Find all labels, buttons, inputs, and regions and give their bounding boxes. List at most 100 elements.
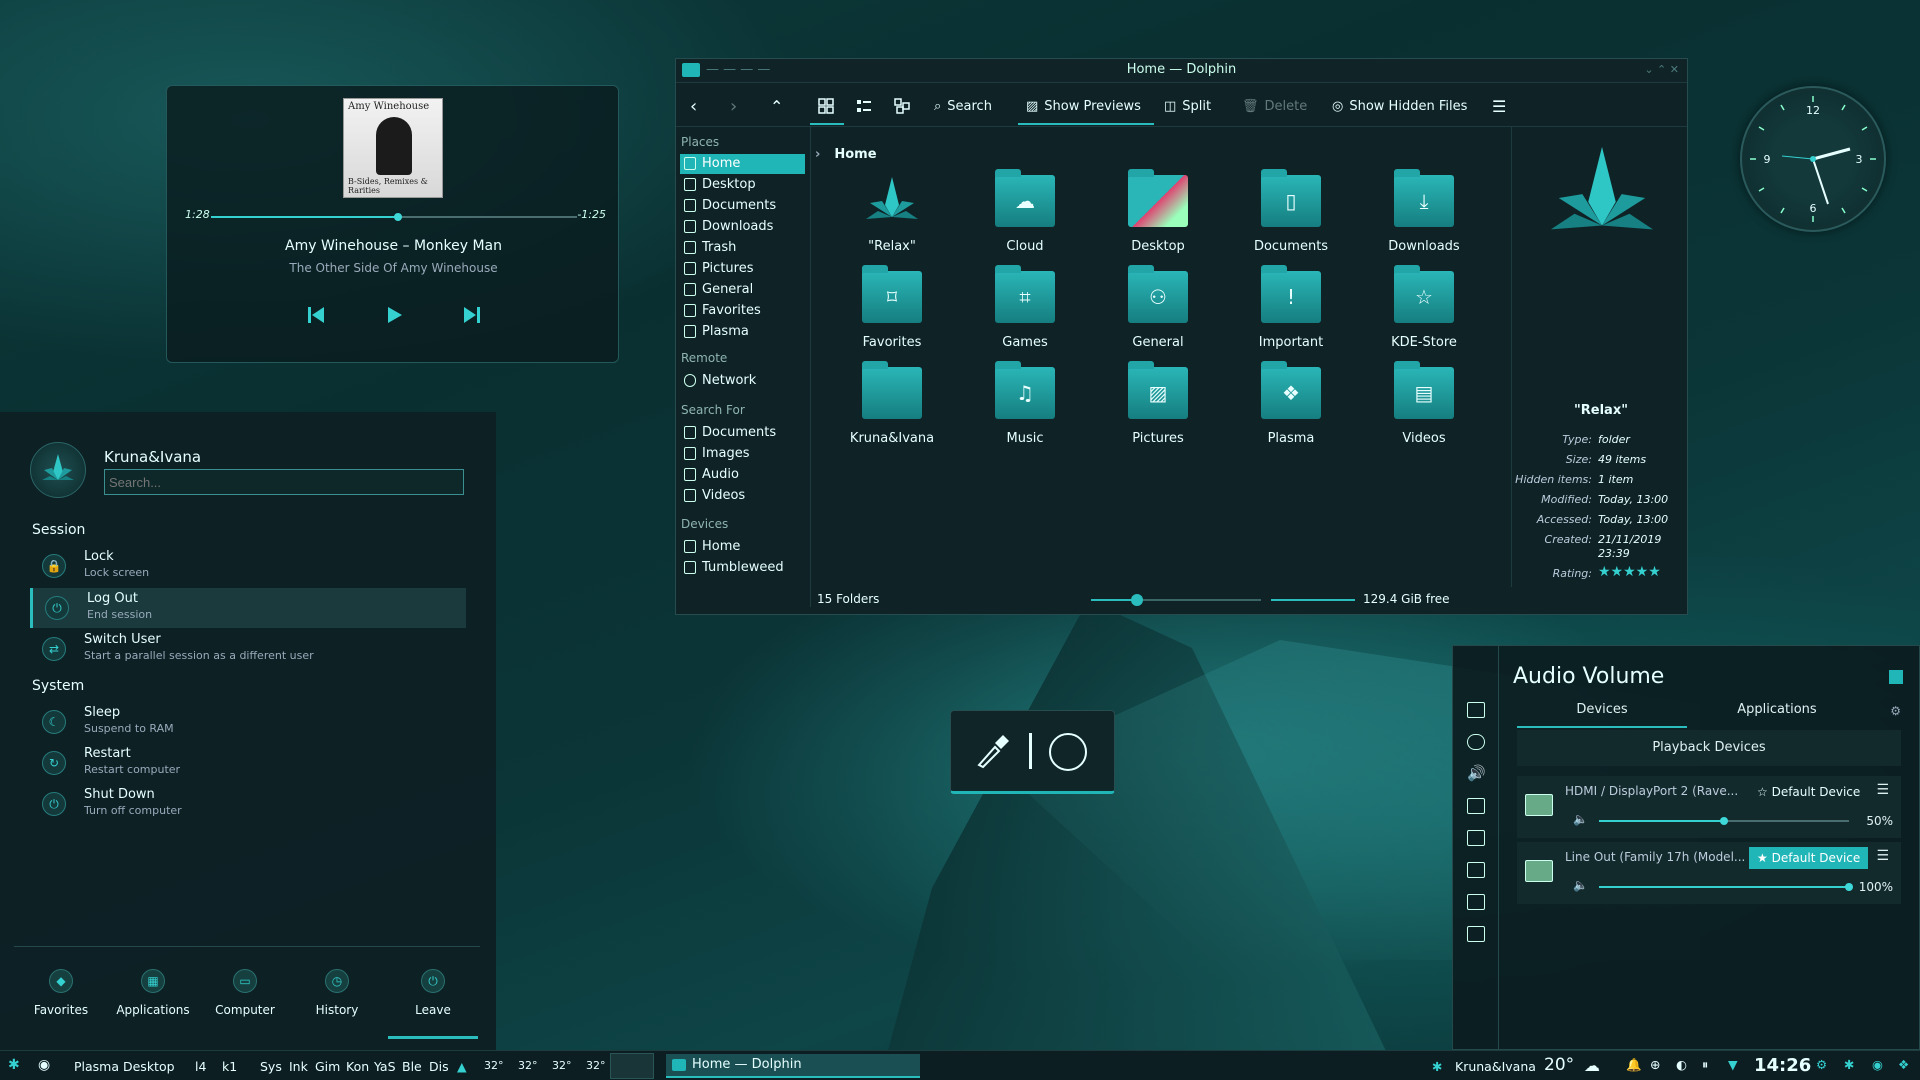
tab-history[interactable]: ◷ History — [292, 955, 382, 1039]
taskbar-item[interactable]: Dis — [429, 1059, 449, 1074]
disk-icon[interactable] — [1467, 862, 1485, 878]
display-icon[interactable] — [1467, 830, 1485, 846]
taskbar-item[interactable]: Ink — [289, 1059, 308, 1074]
folder-important[interactable]: ! Important — [1225, 265, 1357, 367]
folder-documents[interactable]: ▯ Documents — [1225, 169, 1357, 271]
folder-games[interactable]: ⌗ Games — [959, 265, 1091, 367]
place-downloads[interactable]: Downloads — [680, 217, 805, 237]
window-controls[interactable]: ⌄ ⌃ ✕ — [1644, 59, 1679, 81]
kde-menu-icon[interactable]: ✱ — [8, 1057, 20, 1073]
search-images[interactable]: Images — [680, 444, 805, 464]
color-swatch[interactable] — [1049, 733, 1087, 771]
eyedropper-icon[interactable] — [975, 731, 1011, 769]
folder-downloads[interactable]: ⤓ Downloads — [1358, 169, 1490, 271]
breadcrumb[interactable]: › Home — [815, 147, 877, 162]
speaker-icon[interactable]: 🔈 — [1573, 812, 1588, 826]
show-hidden-files-button[interactable]: ◎ Show Hidden Files — [1332, 93, 1467, 119]
task-dolphin[interactable]: Home — Dolphin — [666, 1054, 920, 1078]
volume-handle[interactable] — [1845, 883, 1853, 891]
clipboard-icon[interactable] — [1467, 702, 1485, 718]
zoom-slider[interactable] — [1091, 594, 1261, 606]
tray-icon[interactable]: ◉ — [1872, 1057, 1883, 1072]
search-videos[interactable]: Videos — [680, 486, 805, 506]
tab-computer[interactable]: ▭ Computer — [200, 955, 290, 1039]
folder-relax[interactable]: "Relax" — [826, 175, 958, 271]
play-icon[interactable] — [383, 304, 405, 326]
media-pause-icon[interactable]: ⏸ — [1702, 1057, 1708, 1073]
taskbar-item[interactable]: Ble — [402, 1059, 422, 1074]
volume-slider[interactable] — [1599, 883, 1853, 891]
weather-temp[interactable]: 20° — [1544, 1055, 1574, 1075]
folder-kruna-ivana[interactable]: Kruna&Ivana — [826, 361, 958, 463]
monitor-icon[interactable] — [1467, 926, 1485, 942]
taskbar-item[interactable]: l4 — [195, 1059, 206, 1074]
search-button[interactable]: ⌕ Search — [934, 93, 992, 119]
seek-bar[interactable] — [211, 213, 577, 221]
seek-handle[interactable] — [393, 213, 402, 221]
tray-icon[interactable]: ⚙ — [1816, 1057, 1827, 1072]
place-home[interactable]: Home — [680, 154, 805, 174]
taskbar-item[interactable]: YaS — [374, 1059, 396, 1074]
speaker-icon[interactable]: 🔊 — [1467, 766, 1486, 782]
chevron-down-icon[interactable]: ▼ — [1728, 1057, 1738, 1072]
tab-favorites[interactable]: ◆ Favorites — [16, 955, 106, 1039]
search-input[interactable] — [104, 469, 464, 495]
tray-user[interactable]: Kruna&Ivana — [1455, 1059, 1536, 1074]
next-track-icon[interactable] — [461, 304, 483, 326]
tray-icon[interactable]: ❖ — [1898, 1057, 1909, 1072]
tab-leave[interactable]: ⏻ Leave — [388, 955, 478, 1039]
details-view-icon[interactable] — [894, 93, 910, 119]
lock-item[interactable]: 🔒 Lock Lock screen — [30, 546, 466, 586]
place-documents[interactable]: Documents — [680, 196, 805, 216]
place-general[interactable]: General — [680, 280, 805, 300]
speaker-icon[interactable]: 🔈 — [1573, 878, 1588, 892]
show-previews-button[interactable]: ▨ Show Previews — [1026, 93, 1141, 119]
folder-plasma[interactable]: ❖ Plasma — [1225, 361, 1357, 463]
clock-time[interactable]: 14:26 — [1754, 1055, 1811, 1076]
folder-cloud[interactable]: ☁ Cloud — [959, 169, 1091, 271]
avatar[interactable] — [30, 442, 86, 498]
taskbar-item[interactable]: k1 — [222, 1059, 237, 1074]
update-icon[interactable]: ⊕ — [1650, 1057, 1660, 1072]
place-pictures[interactable]: Pictures — [680, 259, 805, 279]
device-tumbleweed[interactable]: Tumbleweed — [680, 558, 805, 578]
forward-icon[interactable]: › — [730, 93, 737, 119]
volume-slider[interactable] — [1599, 817, 1849, 825]
pager[interactable] — [610, 1053, 654, 1079]
chevron-up-icon[interactable]: ▲ — [457, 1059, 467, 1074]
battery-icon[interactable] — [1467, 798, 1485, 814]
leaf-icon[interactable]: ✱ — [1844, 1057, 1854, 1072]
cloud-icon[interactable]: ☁ — [1584, 1056, 1600, 1075]
tab-applications[interactable]: ▦ Applications — [108, 955, 198, 1039]
hamburger-menu-icon[interactable]: ☰ — [1876, 848, 1889, 864]
place-trash[interactable]: Trash — [680, 238, 805, 258]
folder-desktop[interactable]: Desktop — [1092, 169, 1224, 271]
pin-icon[interactable] — [1889, 670, 1903, 684]
previous-track-icon[interactable] — [305, 304, 327, 326]
keyboard-icon[interactable] — [1467, 894, 1485, 910]
bulb-icon[interactable] — [1467, 734, 1485, 750]
shutdown-item[interactable]: ⏻ Shut Down Turn off computer — [30, 784, 466, 824]
default-device-button[interactable]: ★ Default Device — [1749, 847, 1869, 869]
switch-user-item[interactable]: ⇄ Switch User Start a parallel session a… — [30, 629, 466, 669]
activity-name[interactable]: Plasma Desktop — [74, 1059, 175, 1074]
taskbar-item[interactable]: Gim — [315, 1059, 340, 1074]
up-icon[interactable]: ⌃ — [770, 93, 783, 119]
folder-general[interactable]: ⚇ General — [1092, 265, 1224, 367]
folder-favorites[interactable]: ⌑ Favorites — [826, 265, 958, 367]
place-favorites[interactable]: Favorites — [680, 301, 805, 321]
delete-button[interactable]: 🗑 Delete — [1242, 93, 1307, 119]
place-network[interactable]: Network — [680, 371, 805, 391]
tab-applications[interactable]: Applications — [1687, 694, 1867, 728]
taskbar-item[interactable]: Sys — [260, 1059, 282, 1074]
settings-icon[interactable]: ⚙ — [1890, 704, 1901, 718]
compact-view-icon[interactable] — [856, 93, 872, 119]
place-plasma[interactable]: Plasma — [680, 322, 805, 342]
logout-item[interactable]: ⏻ Log Out End session — [30, 588, 466, 628]
folder-kde-store[interactable]: ☆ KDE-Store — [1358, 265, 1490, 367]
breadcrumb-home[interactable]: Home — [834, 147, 876, 162]
folder-videos[interactable]: ▤ Videos — [1358, 361, 1490, 463]
search-documents[interactable]: Documents — [680, 423, 805, 443]
hamburger-menu-icon[interactable]: ☰ — [1876, 782, 1889, 798]
night-color-icon[interactable]: ◐ — [1676, 1057, 1687, 1072]
